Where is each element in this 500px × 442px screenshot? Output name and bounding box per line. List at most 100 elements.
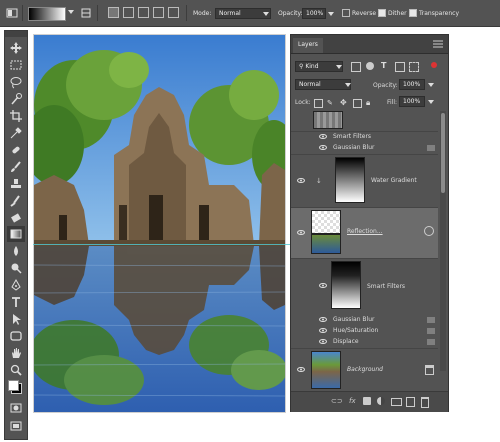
eye-icon[interactable] bbox=[319, 339, 327, 344]
adjustment-filter-icon[interactable] bbox=[366, 62, 374, 70]
radial-gradient-button[interactable] bbox=[123, 7, 134, 18]
clone-stamp-icon[interactable] bbox=[9, 177, 23, 191]
lock-position-icon[interactable]: ✥ bbox=[340, 98, 347, 107]
layer-opacity-field[interactable]: 100% bbox=[399, 79, 425, 90]
history-brush-icon[interactable] bbox=[9, 194, 23, 208]
gradient-tool-icon[interactable] bbox=[6, 7, 18, 19]
filter-row[interactable]: Hue/Saturation bbox=[291, 325, 438, 336]
eye-icon[interactable] bbox=[319, 317, 327, 322]
background-color-swatch[interactable] bbox=[8, 380, 19, 391]
eye-icon[interactable] bbox=[297, 367, 305, 372]
layer-item-reflection[interactable]: Reflection... bbox=[291, 208, 438, 259]
screen-mode-icon[interactable] bbox=[9, 419, 23, 433]
filter-mask-thumbnail[interactable] bbox=[331, 261, 361, 309]
filter-options-icon[interactable] bbox=[427, 339, 435, 345]
fx-icon[interactable]: fx bbox=[349, 397, 356, 405]
filter-row[interactable]: Gaussian Blur bbox=[291, 142, 438, 155]
filter-options-icon[interactable] bbox=[427, 317, 435, 323]
chevron-down-icon[interactable] bbox=[428, 100, 434, 104]
mode-value: Normal bbox=[219, 10, 241, 17]
fill-value: 100% bbox=[403, 98, 421, 105]
lasso-tool-icon[interactable] bbox=[9, 75, 23, 89]
layer-item-background[interactable]: Background bbox=[291, 349, 438, 391]
lock-pixels-icon[interactable]: ✎ bbox=[327, 99, 333, 107]
trash-icon[interactable] bbox=[421, 397, 429, 408]
dodge-tool-icon[interactable] bbox=[9, 261, 23, 275]
eye-icon[interactable] bbox=[297, 178, 305, 183]
eyedropper-icon[interactable] bbox=[9, 126, 23, 140]
panel-menu-icon[interactable] bbox=[433, 40, 443, 48]
eye-icon[interactable] bbox=[319, 328, 327, 333]
smart-filters-row[interactable]: Smart Filters bbox=[291, 131, 438, 142]
dither-checkbox[interactable] bbox=[378, 9, 386, 17]
mask-icon[interactable] bbox=[363, 397, 371, 405]
tools-panel-grip[interactable] bbox=[5, 31, 27, 37]
shape-tool-icon[interactable] bbox=[9, 329, 23, 343]
filter-toggle-icon[interactable] bbox=[431, 62, 437, 68]
healing-brush-icon[interactable] bbox=[9, 143, 23, 157]
chevron-down-icon[interactable] bbox=[68, 10, 74, 14]
chevron-down-icon[interactable] bbox=[336, 65, 342, 69]
gradient-editor-icon[interactable] bbox=[80, 7, 92, 19]
layer-item-water-gradient[interactable]: ↓ Water Gradient bbox=[291, 155, 438, 208]
eraser-tool-icon[interactable] bbox=[9, 211, 23, 225]
hand-tool-icon[interactable] bbox=[9, 346, 23, 360]
type-filter-icon[interactable]: T bbox=[381, 61, 386, 70]
filter-options-icon[interactable] bbox=[427, 328, 435, 334]
pen-tool-icon[interactable] bbox=[9, 278, 23, 292]
diamond-gradient-button[interactable] bbox=[168, 7, 179, 18]
lock-icon bbox=[425, 365, 434, 375]
document-canvas[interactable] bbox=[33, 34, 286, 413]
scrollbar-thumb[interactable] bbox=[441, 113, 445, 193]
brush-tool-icon[interactable] bbox=[9, 160, 23, 174]
reflected-gradient-button[interactable] bbox=[153, 7, 164, 18]
filter-row[interactable]: Displace bbox=[291, 336, 438, 349]
blend-mode-select[interactable]: Normal bbox=[295, 79, 351, 90]
quick-select-icon[interactable] bbox=[9, 92, 23, 106]
separator bbox=[22, 5, 23, 21]
type-tool-icon[interactable] bbox=[9, 295, 23, 309]
lock-artboard-icon[interactable] bbox=[353, 99, 362, 108]
chevron-down-icon[interactable] bbox=[328, 12, 334, 16]
move-tool-icon[interactable] bbox=[9, 41, 23, 55]
eye-icon[interactable] bbox=[319, 283, 327, 288]
fill-field[interactable]: 100% bbox=[399, 96, 425, 107]
reverse-checkbox[interactable] bbox=[342, 9, 350, 17]
filter-row[interactable]: Gaussian Blur bbox=[291, 314, 438, 325]
eye-icon[interactable] bbox=[319, 145, 327, 150]
quick-mask-icon[interactable] bbox=[9, 401, 23, 415]
pixel-filter-icon[interactable] bbox=[351, 62, 361, 72]
layer-opacity-label: Opacity: bbox=[373, 82, 398, 89]
chevron-down-icon[interactable] bbox=[263, 12, 269, 16]
crop-tool-icon[interactable] bbox=[9, 109, 23, 123]
smart-object-icon[interactable] bbox=[424, 226, 434, 236]
lock-all-icon[interactable]: 🔒︎ bbox=[366, 98, 370, 108]
zoom-tool-icon[interactable] bbox=[9, 363, 23, 377]
smart-filters-row[interactable]: Smart Filters bbox=[291, 259, 438, 313]
marquee-tool-icon[interactable] bbox=[9, 58, 23, 72]
angle-gradient-button[interactable] bbox=[138, 7, 149, 18]
layer-opacity-value: 100% bbox=[403, 81, 421, 88]
transparency-checkbox[interactable] bbox=[409, 9, 417, 17]
shape-filter-icon[interactable] bbox=[395, 62, 405, 72]
filter-options-icon[interactable] bbox=[427, 145, 435, 151]
eye-icon[interactable] bbox=[297, 230, 305, 235]
adjustment-icon[interactable] bbox=[377, 397, 385, 405]
linear-gradient-button[interactable] bbox=[108, 7, 119, 18]
layers-scrollbar[interactable] bbox=[440, 111, 446, 371]
gradient-tool-icon[interactable] bbox=[9, 227, 23, 241]
eye-icon[interactable] bbox=[319, 134, 327, 139]
blur-tool-icon[interactable] bbox=[9, 244, 23, 258]
lock-transparent-icon[interactable] bbox=[314, 99, 323, 108]
group-icon[interactable] bbox=[391, 398, 402, 406]
chevron-down-icon[interactable] bbox=[428, 83, 434, 87]
tab-layers[interactable]: Layers bbox=[293, 38, 323, 53]
gradient-preview[interactable] bbox=[28, 7, 66, 21]
link-layers-icon[interactable]: ⊂⊃ bbox=[331, 397, 343, 405]
opacity-field[interactable]: 100% bbox=[302, 8, 326, 19]
new-layer-icon[interactable] bbox=[406, 397, 415, 407]
layer-item[interactable] bbox=[291, 111, 438, 132]
chevron-down-icon[interactable] bbox=[345, 83, 351, 87]
path-select-icon[interactable] bbox=[9, 312, 23, 326]
smart-object-filter-icon[interactable] bbox=[409, 62, 419, 72]
